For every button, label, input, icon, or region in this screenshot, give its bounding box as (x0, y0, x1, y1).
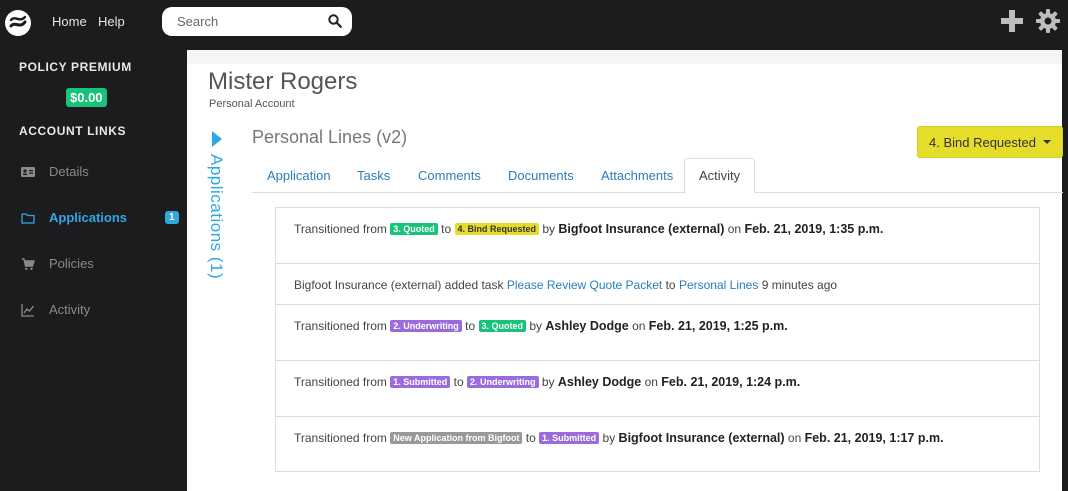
activity-actor: Bigfoot Insurance (external) (558, 222, 725, 236)
status-tag: New Application from Bigfoot (390, 432, 523, 444)
activity-row: Transitioned from 3. Quoted to 4. Bind R… (276, 208, 1039, 264)
tab-attachments[interactable]: Attachments (601, 168, 673, 183)
account-links-heading: ACCOUNT LINKS (19, 124, 127, 138)
activity-connector: to (441, 222, 452, 236)
tab-application[interactable]: Application (267, 168, 331, 183)
activity-time-ago: 9 minutes ago (761, 278, 838, 292)
premium-value-badge: $0.00 (66, 88, 107, 107)
status-tag: 3. Quoted (390, 223, 438, 235)
activity-row: Transitioned from New Application from B… (276, 417, 1039, 473)
account-name: Mister Rogers (208, 68, 358, 95)
search-icon[interactable] (328, 14, 342, 28)
activity-row: Transitioned from 1. Submitted to 2. Und… (276, 361, 1039, 417)
scrollbar-track[interactable] (1062, 50, 1068, 491)
activity-connector: on (727, 222, 742, 236)
cart-icon (22, 258, 35, 270)
activity-actor: Bigfoot Insurance (external) (294, 278, 442, 292)
folder-icon (21, 213, 35, 224)
activity-date: Feb. 21, 2019, 1:25 p.m. (648, 319, 788, 333)
activity-connector: to (453, 375, 464, 389)
activity-connector: to (525, 431, 536, 445)
top-navbar: Home Help (0, 0, 1068, 50)
activity-list: Transitioned from 3. Quoted to 4. Bind R… (275, 207, 1040, 472)
tab-tasks[interactable]: Tasks (357, 168, 390, 183)
activity-actor: Ashley Dodge (545, 319, 629, 333)
activity-connector: by (541, 375, 555, 389)
activity-connector: on (644, 375, 658, 389)
activity-actor: Ashley Dodge (557, 375, 642, 389)
activity-date: Feb. 21, 2019, 1:24 p.m. (661, 375, 801, 389)
nav-help-link[interactable]: Help (98, 14, 125, 29)
main-content: Mister Rogers Personal Account Applicati… (187, 50, 1068, 491)
application-link[interactable]: Personal Lines (679, 278, 758, 292)
application-tabs: Application Tasks Comments Documents Att… (252, 158, 1063, 194)
sidebar-item-label: Activity (49, 302, 91, 317)
sidebar-item-label: Details (49, 164, 89, 179)
tab-activity[interactable]: Activity (684, 158, 756, 194)
gear-icon[interactable] (1036, 9, 1060, 33)
activity-actor: Bigfoot Insurance (external) (618, 431, 785, 445)
applications-vertical-label[interactable]: Applications (1) (206, 154, 226, 279)
status-button-label: 4. Bind Requested (929, 134, 1036, 150)
activity-connector: on (787, 431, 802, 445)
account-type: Personal Account (209, 98, 295, 110)
status-tag: 4. Bind Requested (454, 223, 540, 235)
nav-home-link[interactable]: Home (52, 14, 87, 29)
activity-row: Bigfoot Insurance (external) added task … (276, 264, 1039, 305)
main-top-strip (187, 50, 1062, 64)
chart-icon (21, 304, 35, 317)
status-tag: 2. Underwriting (390, 320, 462, 332)
app-logo-icon[interactable] (4, 9, 32, 37)
activity-row: Transitioned from 2. Underwriting to 3. … (276, 305, 1039, 361)
activity-prefix: Transitioned from (294, 431, 387, 445)
activity-prefix: Transitioned from (294, 319, 387, 333)
status-tag: 2. Underwriting (467, 376, 539, 388)
sidebar-item-activity[interactable]: Activity (0, 297, 187, 323)
sidebar-item-applications[interactable]: Applications 1 (0, 205, 187, 231)
status-tag: 3. Quoted (478, 320, 527, 332)
application-title: Personal Lines (v2) (252, 127, 408, 147)
activity-date: Feb. 21, 2019, 1:17 p.m. (804, 431, 944, 445)
applications-count-badge: 1 (165, 211, 179, 224)
activity-connector: by (542, 222, 556, 236)
status-tag: 1. Submitted (539, 432, 600, 444)
policy-premium-heading: POLICY PREMIUM (19, 60, 132, 74)
plus-icon[interactable] (1001, 10, 1023, 32)
sidebar: POLICY PREMIUM $0.00 ACCOUNT LINKS Detai… (0, 50, 187, 491)
status-tag: 1. Submitted (390, 376, 451, 388)
sidebar-item-policies[interactable]: Policies (0, 251, 187, 277)
activity-prefix: Transitioned from (294, 375, 387, 389)
activity-prefix: Transitioned from (294, 222, 387, 236)
tab-documents[interactable]: Documents (508, 168, 574, 183)
id-card-icon (21, 167, 35, 177)
status-dropdown-button[interactable]: 4. Bind Requested (917, 126, 1063, 158)
activity-connector: by (529, 319, 543, 333)
activity-date: Feb. 21, 2019, 1:35 p.m. (744, 222, 884, 236)
sidebar-item-label: Policies (49, 256, 94, 271)
activity-connector: by (602, 431, 616, 445)
search-input[interactable] (177, 13, 322, 30)
activity-connector: to (465, 319, 476, 333)
task-link[interactable]: Please Review Quote Packet (507, 278, 662, 292)
sidebar-item-label: Applications (49, 210, 128, 225)
activity-connector: on (632, 319, 646, 333)
search-box (162, 7, 352, 36)
sidebar-item-details[interactable]: Details (0, 159, 187, 185)
activity-action: added task (444, 278, 504, 292)
tab-comments[interactable]: Comments (418, 168, 481, 183)
caret-down-icon (1043, 140, 1051, 144)
activity-connector: to (665, 278, 676, 292)
expand-arrow-icon[interactable] (212, 131, 222, 147)
